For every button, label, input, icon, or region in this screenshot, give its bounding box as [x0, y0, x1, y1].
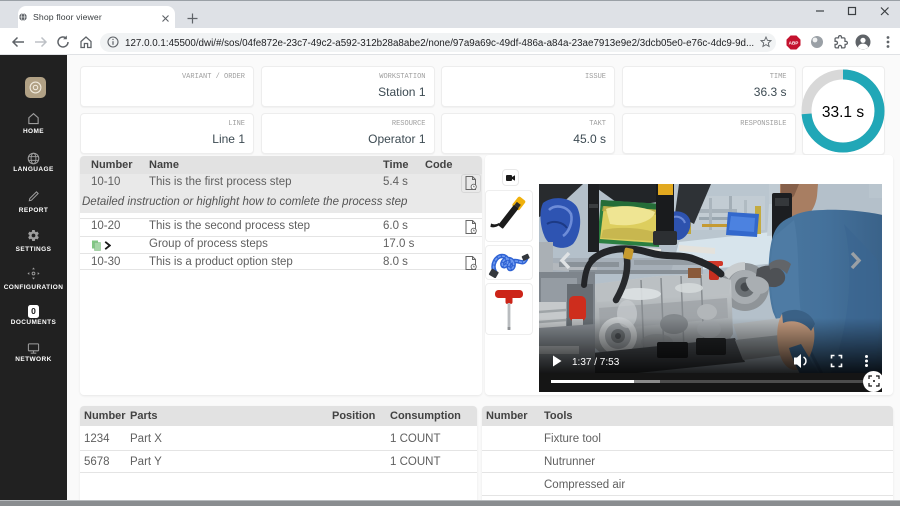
svg-text:ABP: ABP [789, 41, 799, 46]
svg-text:1:37 / 7:53: 1:37 / 7:53 [572, 357, 620, 368]
svg-text:33.1 s: 33.1 s [822, 104, 864, 121]
